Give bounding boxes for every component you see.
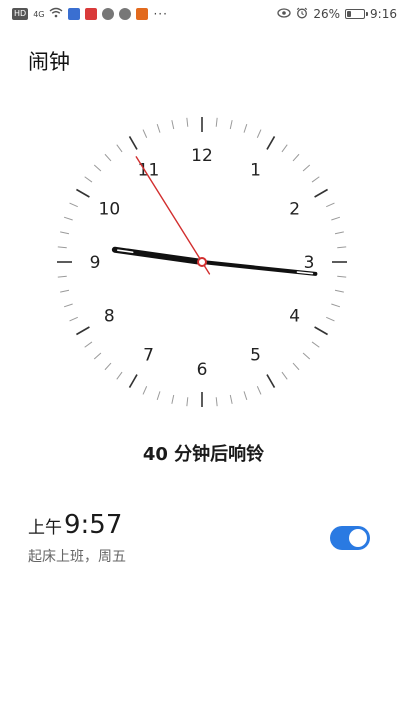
- major-tick: [314, 188, 328, 198]
- minor-tick: [229, 394, 233, 404]
- minor-tick: [256, 129, 262, 138]
- clock-numeral-1: 1: [250, 160, 261, 180]
- alarm-period: 上午: [28, 518, 62, 538]
- clock-numeral-4: 4: [289, 307, 300, 327]
- minor-tick: [84, 341, 93, 348]
- app-notification-icon-5: [136, 8, 149, 20]
- major-tick: [76, 326, 90, 336]
- app-notification-icon-4: [119, 8, 132, 20]
- clock-center-cap: [197, 257, 207, 267]
- minute-hand: [200, 260, 318, 276]
- clock-numeral-3: 3: [304, 253, 315, 273]
- clock-numeral-7: 7: [143, 346, 154, 366]
- alarm-label: 起床上班，周五: [28, 549, 126, 565]
- minor-tick: [302, 352, 311, 360]
- minor-tick: [256, 386, 262, 395]
- minor-tick: [116, 144, 123, 153]
- clock-numeral-6: 6: [197, 360, 208, 380]
- alarm-clock-icon: [296, 7, 308, 22]
- minor-tick: [292, 362, 300, 371]
- clock-numeral-2: 2: [289, 200, 300, 220]
- clock-numeral-12: 12: [191, 146, 213, 166]
- more-notifications-icon: ···: [153, 7, 168, 21]
- minor-tick: [156, 123, 161, 133]
- minor-tick: [63, 303, 73, 308]
- status-right-icons: 26% 9:16: [277, 7, 397, 22]
- major-tick: [314, 326, 328, 336]
- minor-tick: [171, 394, 175, 404]
- clock-numeral-9: 9: [90, 253, 101, 273]
- hd-icon: HD: [12, 8, 29, 20]
- minor-tick: [331, 216, 341, 221]
- minor-tick: [60, 289, 70, 293]
- alarm-item[interactable]: 上午 9:57 起床上班，周五: [28, 510, 378, 574]
- minor-tick: [302, 164, 311, 172]
- minor-tick: [331, 303, 341, 308]
- minor-tick: [311, 341, 320, 348]
- major-tick: [128, 136, 138, 150]
- minor-tick: [292, 153, 300, 162]
- minor-tick: [69, 316, 78, 322]
- minor-tick: [93, 352, 102, 360]
- clock-face: 121234567891011: [57, 117, 347, 407]
- battery-level-fill: [347, 11, 352, 17]
- minor-tick: [215, 397, 218, 407]
- minor-tick: [171, 120, 175, 130]
- minor-tick: [311, 176, 320, 183]
- clock-numeral-10: 10: [99, 200, 121, 220]
- status-time: 9:16: [370, 7, 397, 21]
- toggle-knob: [349, 529, 367, 547]
- analog-clock: 12 1 2 3 4 5 6 7 8 9 10 11: [52, 112, 352, 412]
- alarm-time-line: 上午 9:57: [28, 510, 378, 540]
- minor-tick: [229, 120, 233, 130]
- minor-tick: [93, 164, 102, 172]
- alarm-time: 9:57: [64, 510, 123, 540]
- minor-tick: [243, 391, 248, 401]
- signal-icon: 4G: [33, 9, 45, 19]
- minor-tick: [69, 202, 78, 208]
- status-bar: HD 4G ··· 26% 9:16: [0, 0, 407, 28]
- clock-numeral-5: 5: [250, 346, 261, 366]
- wifi-icon: [49, 7, 63, 21]
- minor-tick: [215, 117, 218, 127]
- minor-tick: [337, 246, 347, 249]
- minor-tick: [104, 153, 112, 162]
- minor-tick: [326, 316, 335, 322]
- minor-tick: [281, 371, 288, 380]
- minor-tick: [63, 216, 73, 221]
- minor-tick: [186, 397, 189, 407]
- minor-tick: [142, 129, 148, 138]
- alarm-toggle[interactable]: [330, 526, 370, 550]
- minor-tick: [326, 202, 335, 208]
- minor-tick: [104, 362, 112, 371]
- app-notification-icon-1: [68, 8, 81, 20]
- eye-comfort-icon: [277, 7, 292, 21]
- minor-tick: [142, 386, 148, 395]
- minor-tick: [116, 371, 123, 380]
- minor-tick: [186, 117, 189, 127]
- hour-hand: [111, 246, 205, 265]
- app-notification-icon-2: [85, 8, 98, 20]
- minor-tick: [60, 231, 70, 235]
- minor-tick: [243, 123, 248, 133]
- minor-tick: [57, 275, 67, 278]
- clock-numeral-8: 8: [104, 307, 115, 327]
- minor-tick: [84, 176, 93, 183]
- status-left-icons: HD 4G ···: [12, 7, 168, 21]
- minor-tick: [281, 144, 288, 153]
- major-tick: [266, 374, 276, 388]
- app-notification-icon-3: [102, 8, 115, 20]
- major-tick: [266, 136, 276, 150]
- minor-tick: [57, 246, 67, 249]
- minor-tick: [156, 391, 161, 401]
- minor-tick: [337, 275, 347, 278]
- major-tick: [128, 374, 138, 388]
- major-tick: [76, 188, 90, 198]
- battery-percent: 26%: [313, 7, 341, 21]
- minor-tick: [334, 231, 344, 235]
- minor-tick: [334, 289, 344, 293]
- battery-icon: [345, 9, 369, 19]
- page-title: 闹钟: [28, 50, 70, 74]
- alarm-countdown: 40 分钟后响铃: [142, 444, 265, 465]
